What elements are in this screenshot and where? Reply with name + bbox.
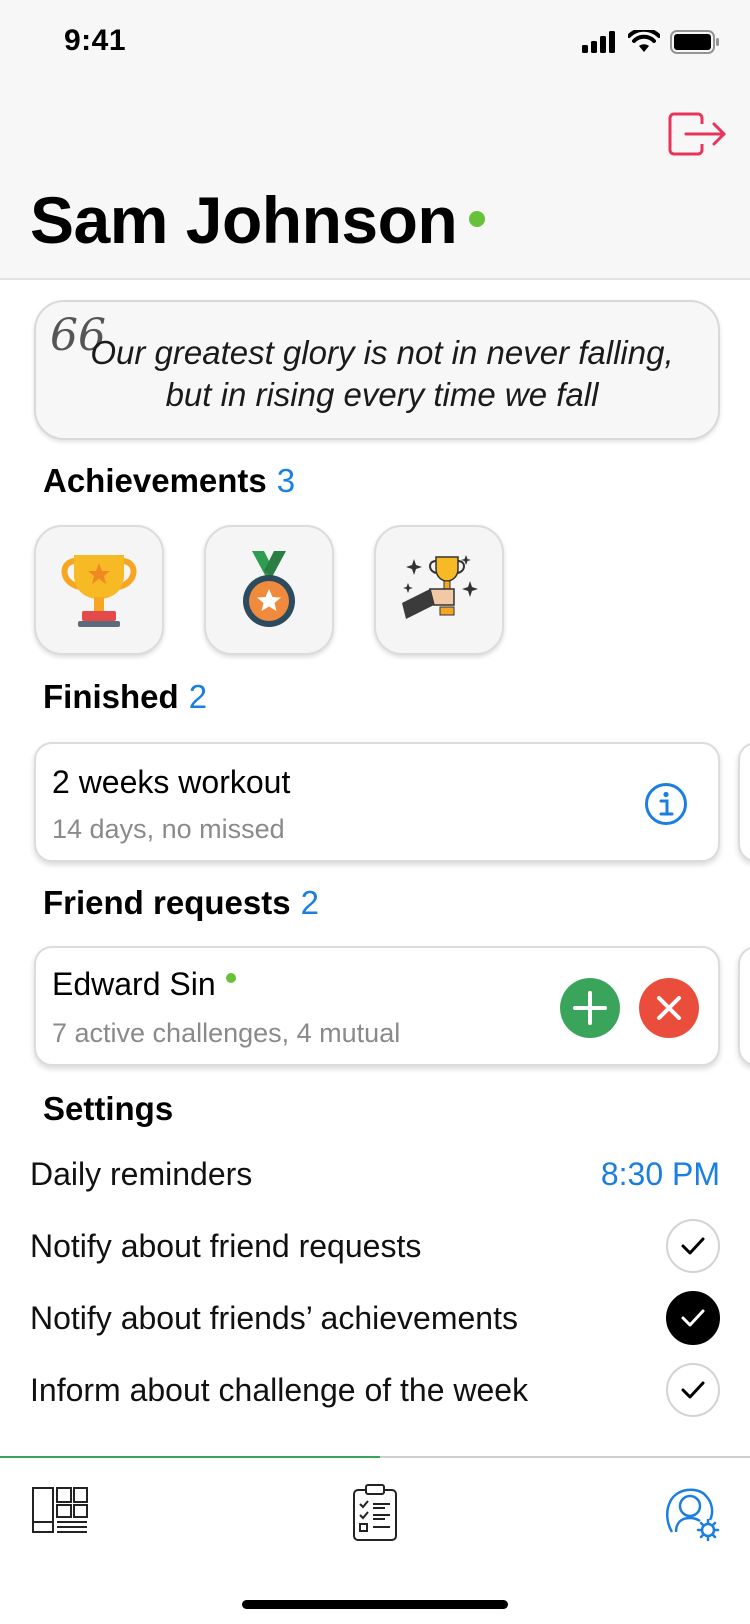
finished-label: Finished: [43, 678, 179, 715]
finished-card-subtitle: 14 days, no missed: [52, 814, 285, 844]
trophy-hand-icon: [402, 555, 478, 619]
checkmark-icon: [681, 1381, 705, 1399]
accept-request-button[interactable]: [560, 978, 620, 1038]
status-icons: [582, 30, 720, 54]
setting-label: Notify about friend requests: [30, 1227, 422, 1264]
achievement-medal[interactable]: [204, 525, 334, 655]
challenge-of-week-checkbox[interactable]: [666, 1363, 720, 1417]
finished-title: Finished 2: [43, 678, 207, 716]
profile-name: Sam Johnson: [30, 183, 458, 257]
home-indicator[interactable]: [242, 1600, 508, 1609]
finished-card-title: 2 weeks workout: [52, 764, 291, 800]
setting-row-friend-requests[interactable]: Notify about friend requests: [30, 1218, 720, 1274]
profile-header: 9:41 Sam Johnson: [0, 0, 750, 280]
quote-card: 66 Our greatest glory is not in never fa…: [34, 300, 720, 440]
dashboard-icon[interactable]: [30, 1482, 90, 1542]
clipboard-checklist-icon[interactable]: [345, 1482, 405, 1542]
wifi-icon: [628, 30, 660, 52]
next-friend-request-card[interactable]: [738, 946, 750, 1066]
friend-requests-checkbox[interactable]: [666, 1219, 720, 1273]
achievements-label: Achievements: [43, 462, 267, 499]
friend-request-card[interactable]: Edward Sin 7 active challenges, 4 mutual: [34, 946, 720, 1066]
friend-request-subtitle: 7 active challenges, 4 mutual: [52, 1018, 401, 1048]
friend-online-indicator: [225, 973, 236, 983]
achievement-trophy[interactable]: [34, 525, 164, 655]
quote-text: Our greatest glory is not in never falli…: [90, 334, 674, 413]
checkmark-icon: [681, 1309, 705, 1327]
info-icon[interactable]: [644, 782, 688, 826]
status-time: 9:41: [64, 24, 127, 57]
daily-reminders-row[interactable]: Daily reminders 8:30 PM: [30, 1146, 720, 1202]
daily-reminders-time[interactable]: 8:30 PM: [601, 1156, 720, 1193]
settings-title: Settings: [43, 1090, 174, 1127]
signal-icon: [582, 31, 615, 53]
decline-request-button[interactable]: [639, 978, 699, 1038]
daily-reminders-label: Daily reminders: [30, 1155, 253, 1192]
friend-request-name-row: Edward Sin: [52, 966, 236, 1003]
achievements-count: 3: [276, 462, 296, 499]
finished-challenge-card[interactable]: 2 weeks workout 14 days, no missed: [34, 742, 720, 862]
friend-request-name: Edward Sin: [52, 966, 216, 1002]
battery-icon: [670, 30, 719, 54]
online-indicator: [469, 211, 486, 227]
setting-label: Notify about friends’ achievements: [30, 1299, 518, 1336]
logout-icon[interactable]: [664, 108, 728, 160]
next-finished-card[interactable]: [738, 742, 750, 862]
plus-icon: [573, 991, 607, 1025]
tab-bar-accent-line: [0, 1456, 380, 1458]
setting-row-challenge-of-week[interactable]: Inform about challenge of the week: [30, 1362, 720, 1418]
trophy-icon: [61, 555, 137, 627]
setting-label: Inform about challenge of the week: [30, 1371, 529, 1408]
setting-row-friends-achievements[interactable]: Notify about friends’ achievements: [30, 1290, 720, 1346]
profile-settings-icon[interactable]: [662, 1482, 722, 1542]
finished-count: 2: [188, 678, 208, 715]
friend-requests-label: Friend requests: [43, 884, 291, 921]
checkmark-icon: [681, 1237, 705, 1255]
close-icon: [657, 996, 681, 1020]
medal-icon: [243, 551, 295, 627]
friends-achievements-checkbox[interactable]: [666, 1291, 720, 1345]
achievements-title: Achievements 3: [43, 462, 295, 500]
friend-requests-title: Friend requests 2: [43, 884, 319, 922]
friend-requests-count: 2: [300, 884, 319, 921]
tab-bar: [0, 1456, 750, 1624]
profile-name-row: Sam Johnson: [30, 182, 486, 258]
achievement-winner[interactable]: [374, 525, 504, 655]
